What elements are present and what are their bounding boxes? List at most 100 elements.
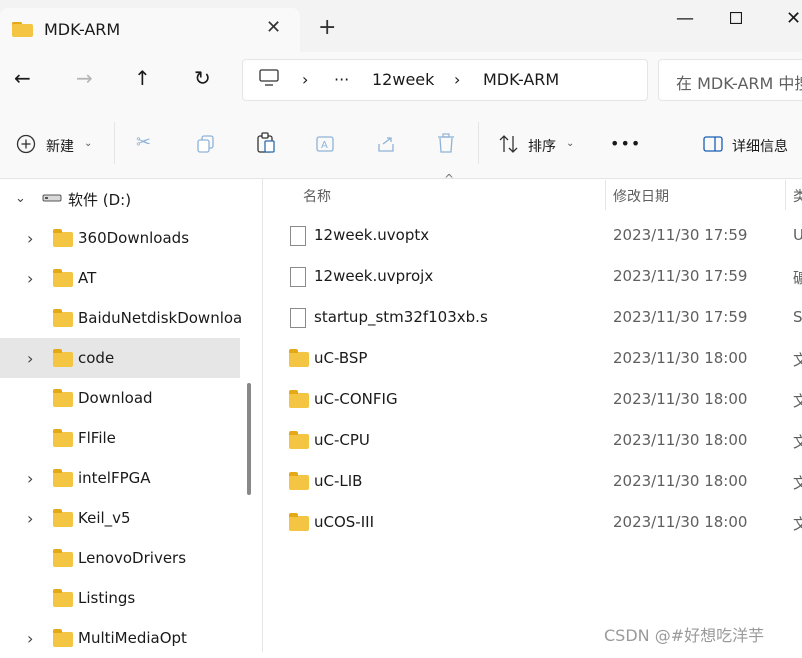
watermark: CSDN @#好想吃洋芋 bbox=[604, 626, 765, 645]
details-pane-icon bbox=[703, 136, 723, 152]
column-header-type[interactable]: 类 bbox=[793, 186, 802, 206]
file-icon bbox=[290, 267, 306, 287]
folder-icon bbox=[289, 349, 309, 367]
file-name: uC-CPU bbox=[314, 431, 370, 449]
divider bbox=[478, 122, 479, 164]
file-type: S bbox=[793, 308, 802, 326]
folder-icon bbox=[289, 513, 309, 531]
file-name: uCOS-III bbox=[314, 513, 374, 531]
nav-scrollbar[interactable] bbox=[247, 383, 251, 495]
column-header-name[interactable]: 名称 bbox=[303, 186, 331, 206]
breadcrumb-overflow[interactable]: ··· bbox=[334, 70, 349, 89]
file-type: 文 bbox=[793, 515, 802, 533]
pane-divider[interactable] bbox=[262, 179, 263, 652]
file-name: 12week.uvprojx bbox=[314, 267, 434, 285]
file-date: 2023/11/30 18:00 bbox=[613, 349, 748, 367]
column-header-date[interactable]: 修改日期 bbox=[613, 186, 669, 206]
delete-icon[interactable] bbox=[436, 133, 456, 154]
folder-icon bbox=[12, 22, 33, 37]
breadcrumb-mdk-arm[interactable]: MDK-ARM bbox=[483, 70, 559, 89]
sidebar-item-label: code bbox=[78, 349, 115, 367]
cut-icon[interactable]: ✂ bbox=[136, 132, 151, 153]
file-date: 2023/11/30 18:00 bbox=[613, 472, 748, 490]
folder-icon bbox=[53, 269, 73, 287]
folder-icon bbox=[289, 431, 309, 449]
folder-icon bbox=[53, 389, 73, 407]
forward-button[interactable]: → bbox=[76, 66, 93, 90]
folder-icon bbox=[53, 629, 73, 647]
maximize-button[interactable] bbox=[730, 12, 742, 24]
file-date: 2023/11/30 18:00 bbox=[613, 431, 748, 449]
column-divider[interactable] bbox=[605, 180, 606, 210]
drive-label[interactable]: 软件 (D:) bbox=[68, 189, 131, 210]
search-placeholder: 在 MDK-ARM 中搜索 bbox=[676, 74, 802, 93]
column-divider[interactable] bbox=[785, 180, 786, 210]
sidebar-item-label: 360Downloads bbox=[78, 229, 190, 247]
divider bbox=[114, 122, 115, 164]
chevron-right-icon[interactable]: › bbox=[27, 269, 33, 288]
new-tab-button[interactable]: + bbox=[318, 16, 336, 40]
sidebar-item-label: AT bbox=[78, 269, 97, 287]
copy-icon[interactable] bbox=[196, 134, 216, 154]
sidebar-item-label: BaiduNetdiskDownload bbox=[78, 309, 242, 327]
folder-icon bbox=[53, 229, 73, 247]
sidebar-item-label: FlFile bbox=[78, 429, 116, 447]
file-name: uC-BSP bbox=[314, 349, 368, 367]
close-tab-icon[interactable]: ✕ bbox=[266, 17, 281, 38]
sort-button[interactable]: 排序 bbox=[528, 136, 556, 156]
close-window-button[interactable]: ✕ bbox=[786, 8, 801, 29]
chevron-right-icon[interactable]: › bbox=[27, 229, 33, 248]
folder-icon bbox=[53, 429, 73, 447]
folder-icon bbox=[53, 349, 73, 367]
chevron-right-icon[interactable]: › bbox=[27, 629, 33, 648]
up-button[interactable]: ↑ bbox=[134, 66, 151, 90]
svg-text:A: A bbox=[321, 140, 328, 151]
refresh-button[interactable]: ↻ bbox=[194, 66, 211, 90]
chevron-right-icon[interactable]: › bbox=[27, 509, 33, 528]
sidebar-item-label: LenovoDrivers bbox=[78, 549, 187, 567]
file-type: U bbox=[793, 226, 802, 244]
more-options-button[interactable]: ••• bbox=[610, 134, 641, 153]
sort-caret-icon: ^ bbox=[444, 172, 455, 186]
sidebar-item-label: Keil_v5 bbox=[78, 509, 131, 527]
folder-icon bbox=[53, 469, 73, 487]
command-bar bbox=[0, 110, 802, 179]
chevron-down-icon[interactable]: ⌄ bbox=[15, 191, 26, 206]
file-name: uC-CONFIG bbox=[314, 390, 398, 408]
chevron-right-icon[interactable]: › bbox=[27, 469, 33, 488]
sidebar-item-label: MultiMediaOpt bbox=[78, 629, 187, 647]
sidebar-item-label: Download bbox=[78, 389, 153, 407]
file-date: 2023/11/30 18:00 bbox=[613, 513, 748, 531]
details-button[interactable]: 详细信息 bbox=[732, 136, 788, 156]
file-date: 2023/11/30 18:00 bbox=[613, 390, 748, 408]
breadcrumb-12week[interactable]: 12week bbox=[372, 70, 434, 89]
file-icon bbox=[290, 308, 306, 328]
folder-icon bbox=[53, 589, 73, 607]
file-type: 文 bbox=[793, 351, 802, 369]
share-icon[interactable] bbox=[376, 134, 396, 154]
sidebar-item-label: Listings bbox=[78, 589, 136, 607]
this-pc-icon bbox=[259, 69, 279, 86]
sort-icon bbox=[499, 135, 518, 153]
paste-icon[interactable] bbox=[256, 132, 276, 154]
file-name: 12week.uvoptx bbox=[314, 226, 430, 244]
file-type: 文 bbox=[793, 433, 802, 451]
file-name: startup_stm32f103xb.s bbox=[314, 308, 488, 326]
chevron-right-icon[interactable]: › bbox=[27, 349, 33, 368]
file-type: 文 bbox=[793, 474, 802, 492]
file-date: 2023/11/30 17:59 bbox=[613, 226, 748, 244]
minimize-button[interactable]: — bbox=[676, 8, 694, 29]
chevron-right-icon: › bbox=[454, 70, 461, 89]
file-name: uC-LIB bbox=[314, 472, 363, 490]
rename-icon[interactable]: A bbox=[316, 134, 336, 154]
back-button[interactable]: ← bbox=[14, 66, 31, 90]
folder-icon bbox=[289, 390, 309, 408]
chevron-right-icon: › bbox=[302, 70, 309, 89]
file-type: 文 bbox=[793, 392, 802, 410]
chevron-down-icon: ⌄ bbox=[84, 138, 93, 149]
file-date: 2023/11/30 17:59 bbox=[613, 308, 748, 326]
folder-icon bbox=[53, 549, 73, 567]
new-button[interactable]: 新建 bbox=[46, 136, 74, 156]
file-type: 礦 bbox=[793, 269, 802, 287]
new-icon bbox=[16, 134, 36, 154]
